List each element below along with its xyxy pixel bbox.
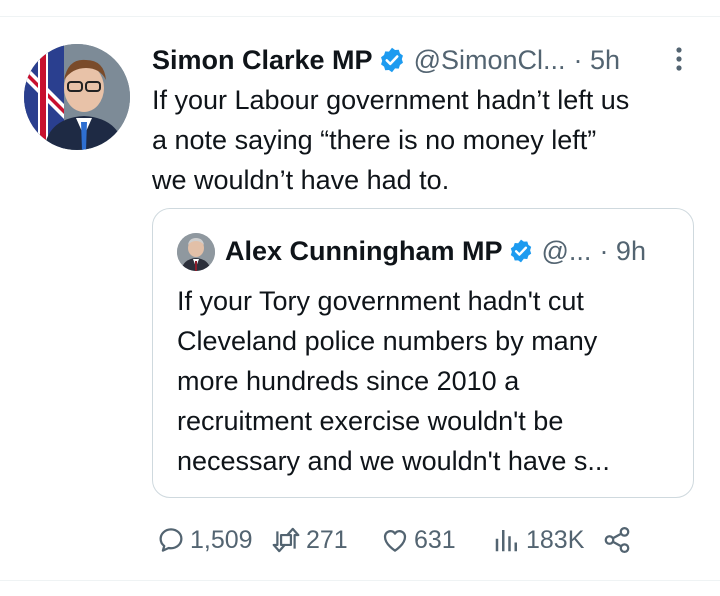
quoted-author-avatar[interactable] bbox=[177, 233, 215, 271]
quoted-tweet-timestamp[interactable]: · 9h bbox=[599, 236, 646, 267]
author-avatar[interactable] bbox=[24, 44, 130, 150]
tweet-actions: 1,509 271 631 183K bbox=[152, 522, 712, 558]
top-divider bbox=[0, 16, 720, 17]
views-count: 183K bbox=[526, 525, 585, 554]
retweet-button[interactable]: 271 bbox=[270, 522, 348, 558]
retweet-count: 271 bbox=[306, 525, 348, 554]
views-button[interactable]: 183K bbox=[492, 522, 584, 558]
quoted-tweet[interactable]: Alex Cunningham MP @... · 9h If your Tor… bbox=[152, 208, 694, 498]
quoted-author-handle[interactable]: @... bbox=[542, 236, 592, 267]
views-icon bbox=[495, 530, 517, 552]
quoted-tweet-header: Alex Cunningham MP @... · 9h bbox=[225, 231, 679, 271]
quoted-author-name[interactable]: Alex Cunningham MP bbox=[225, 236, 503, 267]
retweet-icon bbox=[272, 527, 300, 553]
more-options-icon[interactable] bbox=[664, 44, 694, 74]
tweet-header: Simon Clarke MP @SimonCl... · 5h bbox=[152, 40, 696, 80]
like-button[interactable]: 631 bbox=[380, 522, 456, 558]
author-name[interactable]: Simon Clarke MP bbox=[152, 45, 373, 76]
verified-badge-icon bbox=[380, 47, 403, 73]
quoted-tweet-text: If your Tory government hadn't cut Cleve… bbox=[177, 286, 610, 476]
verified-badge-icon bbox=[510, 239, 531, 263]
tweet-timestamp[interactable]: · 5h bbox=[574, 45, 621, 76]
tweet-text: If your Labour government hadn’t left us… bbox=[152, 85, 630, 195]
reply-button[interactable]: 1,509 bbox=[156, 522, 253, 558]
author-handle[interactable]: @SimonCl... bbox=[414, 45, 566, 76]
reply-count: 1,509 bbox=[190, 525, 253, 554]
share-button[interactable] bbox=[602, 522, 632, 558]
bottom-divider bbox=[0, 580, 720, 581]
like-count: 631 bbox=[414, 525, 456, 554]
reply-icon bbox=[159, 528, 183, 552]
like-icon bbox=[383, 530, 407, 552]
share-icon bbox=[604, 527, 630, 553]
